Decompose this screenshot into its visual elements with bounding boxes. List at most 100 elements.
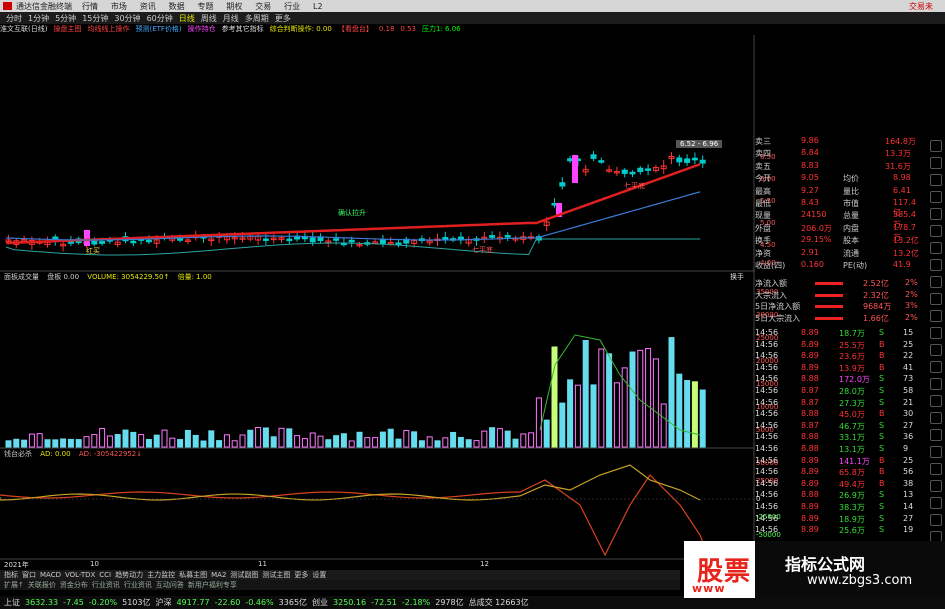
- tick-row[interactable]: 14:56 8.89 23.6万 B 22: [755, 351, 923, 362]
- menu-item[interactable]: 市场: [111, 2, 127, 11]
- indicator-label[interactable]: 操盘主图: [53, 24, 81, 34]
- chart-icon[interactable]: [930, 242, 942, 254]
- tick-row[interactable]: 14:56 8.88 45.0万 B 30: [755, 409, 923, 420]
- home-icon[interactable]: [930, 514, 942, 526]
- period-tab[interactable]: 15分钟: [82, 13, 108, 24]
- tab[interactable]: 趋势动力: [115, 570, 143, 580]
- volume-bar: [278, 427, 285, 448]
- tab[interactable]: 指标: [4, 570, 18, 580]
- volume-bar: [512, 438, 519, 448]
- quote-row: 卖五 8.83 31.6万: [755, 161, 923, 172]
- tab[interactable]: VOL-TDX: [65, 571, 95, 579]
- zoom-in-icon[interactable]: [930, 140, 942, 152]
- period-tab[interactable]: 周线: [201, 13, 217, 24]
- tick-cell: 56: [903, 467, 914, 477]
- tick-row[interactable]: 14:56 8.89 25.5万 B 25: [755, 340, 923, 351]
- tab[interactable]: 扩展↑: [4, 580, 24, 590]
- tab[interactable]: 窗口: [22, 570, 36, 580]
- tick-row[interactable]: 14:56 8.89 13.9万 B 41: [755, 363, 923, 374]
- tick-row[interactable]: 14:56 8.89 65.8万 B 56: [755, 467, 923, 478]
- tab[interactable]: MACD: [40, 571, 61, 579]
- tab[interactable]: 私募主图: [179, 570, 207, 580]
- tick-row[interactable]: 14:56 8.89 18.9万 S 27: [755, 514, 923, 525]
- menu-item[interactable]: 数据: [169, 2, 185, 11]
- trade-status[interactable]: 交易未: [909, 1, 933, 12]
- tab[interactable]: 新用户福利专享: [188, 580, 237, 590]
- menu-item[interactable]: 期权: [226, 2, 242, 11]
- tab[interactable]: 设置: [312, 570, 326, 580]
- quote-cell: 31.6万: [885, 161, 911, 171]
- grid-icon[interactable]: [930, 191, 942, 203]
- tab[interactable]: 主力监控: [147, 570, 175, 580]
- zoom-out-icon[interactable]: [930, 157, 942, 169]
- period-tab[interactable]: 月线: [223, 13, 239, 24]
- menu-item[interactable]: 行情: [82, 2, 98, 11]
- volume-bar: [481, 430, 488, 448]
- ad-title[interactable]: 钱台必杀: [4, 450, 32, 458]
- tick-list[interactable]: 14:56 8.89 18.7万 S 15 14:56 8.89 25.5万 B 25 14:56 8…: [755, 328, 923, 538]
- text-icon[interactable]: [930, 276, 942, 288]
- tick-row[interactable]: 14:56 8.88 172.0万 S 73: [755, 374, 923, 385]
- settings-icon[interactable]: [930, 327, 942, 339]
- tab[interactable]: MA2: [211, 571, 226, 579]
- star-icon[interactable]: [930, 446, 942, 458]
- bell-icon[interactable]: [930, 480, 942, 492]
- index-name[interactable]: 沪深: [155, 597, 171, 608]
- period-tab[interactable]: 更多: [275, 13, 291, 24]
- candle-body: [262, 238, 269, 241]
- index-name[interactable]: 创业: [312, 597, 328, 608]
- tab[interactable]: 资金分布: [60, 580, 88, 590]
- filter-icon[interactable]: [930, 412, 942, 424]
- tick-row[interactable]: 14:56 8.87 28.0万 S 58: [755, 386, 923, 397]
- index-name[interactable]: 上证: [4, 597, 20, 608]
- info-icon[interactable]: [930, 208, 942, 220]
- tick-row[interactable]: 14:56 8.87 46.7万 S 27: [755, 421, 923, 432]
- menu-item[interactable]: 交易: [255, 2, 271, 11]
- layout-icon[interactable]: [930, 429, 942, 441]
- tab[interactable]: 行业资讯: [92, 580, 120, 590]
- tick-row[interactable]: 14:56 8.89 141.1万 B 25: [755, 456, 923, 467]
- menu-item[interactable]: 专题: [198, 2, 214, 11]
- tab[interactable]: 测试副图: [230, 570, 258, 580]
- menu-item[interactable]: L2: [313, 2, 323, 11]
- tab[interactable]: 更多: [294, 570, 308, 580]
- flow-label: 大宗流入: [755, 290, 787, 300]
- tick-row[interactable]: 14:56 8.89 18.7万 S 15: [755, 328, 923, 339]
- tick-row[interactable]: 14:56 8.88 26.9万 S 13: [755, 490, 923, 501]
- draw-icon[interactable]: [930, 174, 942, 186]
- period-tab[interactable]: 多周期: [245, 13, 269, 24]
- export-icon[interactable]: [930, 344, 942, 356]
- tick-row[interactable]: 14:56 8.89 25.6万 S 19: [755, 525, 923, 536]
- period-tab[interactable]: 60分钟: [147, 13, 173, 24]
- flow-bar: [815, 293, 843, 297]
- lock-icon[interactable]: [930, 497, 942, 509]
- tab[interactable]: 行业资讯: [124, 580, 152, 590]
- period-tab[interactable]: 1分钟: [28, 13, 49, 24]
- tick-row[interactable]: 14:56 8.88 13.1万 S 9: [755, 444, 923, 455]
- alert-icon[interactable]: [930, 293, 942, 305]
- period-tab[interactable]: 分时: [6, 13, 22, 24]
- tick-row[interactable]: 14:56 8.89 38.3万 S 14: [755, 502, 923, 513]
- tick-row[interactable]: 14:56 8.87 27.3万 S 21: [755, 398, 923, 409]
- menu-item[interactable]: 行业: [284, 2, 300, 11]
- list-icon[interactable]: [930, 225, 942, 237]
- tab[interactable]: CCI: [99, 571, 111, 579]
- f10-icon[interactable]: [930, 378, 942, 390]
- user-icon[interactable]: [930, 463, 942, 475]
- calc-icon[interactable]: [930, 259, 942, 271]
- share-icon[interactable]: [930, 310, 942, 322]
- news-icon[interactable]: [930, 395, 942, 407]
- period-tab[interactable]: 30分钟: [114, 13, 140, 24]
- quote-cell: 净资: [755, 248, 771, 258]
- tick-row[interactable]: 14:56 8.88 33.1万 S 36: [755, 432, 923, 443]
- tab[interactable]: 测试主图: [262, 570, 290, 580]
- tab[interactable]: 关联报价: [28, 580, 56, 590]
- tab[interactable]: 互动问答: [156, 580, 184, 590]
- stock-chart-area[interactable]: [0, 35, 755, 570]
- volume-title[interactable]: 面板成交量: [4, 273, 39, 281]
- tick-row[interactable]: 14:56 8.89 49.4万 B 38: [755, 479, 923, 490]
- menu-item[interactable]: 资讯: [140, 2, 156, 11]
- help-icon[interactable]: [930, 361, 942, 373]
- period-tab[interactable]: 5分钟: [55, 13, 76, 24]
- period-tab-active[interactable]: 日线: [179, 13, 195, 24]
